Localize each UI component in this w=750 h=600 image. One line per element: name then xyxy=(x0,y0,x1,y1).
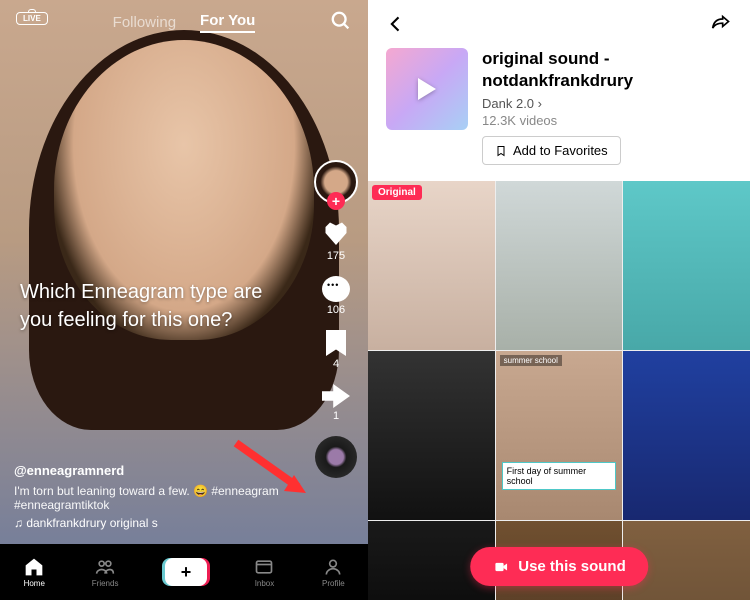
comment-icon xyxy=(322,276,350,302)
add-favorites-button[interactable]: Add to Favorites xyxy=(482,136,621,165)
bookmark-outline-icon xyxy=(495,144,507,158)
tab-for-you[interactable]: For You xyxy=(200,12,255,33)
creator-avatar[interactable]: + xyxy=(314,160,358,204)
share-icon xyxy=(322,384,350,408)
bookmark-icon xyxy=(326,330,346,356)
bottom-nav: Home Friends + Inbox Profile xyxy=(0,544,368,600)
grid-cell[interactable] xyxy=(623,181,750,350)
video-description: I'm torn but leaning toward a few. 😄 #en… xyxy=(14,484,288,512)
sound-artwork[interactable] xyxy=(386,48,468,130)
video-grid: Original summer school First day of summ… xyxy=(368,181,750,600)
comment-button[interactable]: 106 xyxy=(322,276,350,316)
sound-screen: original sound - notdankfrankdrury Dank … xyxy=(368,0,750,600)
sound-disc[interactable] xyxy=(315,436,357,478)
tab-following[interactable]: Following xyxy=(113,14,176,31)
nav-inbox[interactable]: Inbox xyxy=(253,557,275,588)
like-count: 175 xyxy=(327,250,345,262)
use-sound-button[interactable]: Use this sound xyxy=(470,547,648,586)
cell-overlay-text: summer school xyxy=(500,355,562,366)
like-button[interactable]: 175 xyxy=(321,218,351,262)
music-marquee[interactable]: ♫ dankfrankdrury original s xyxy=(14,516,288,530)
share-button[interactable]: 1 xyxy=(322,384,350,422)
sound-artist[interactable]: Dank 2.0 › xyxy=(482,96,732,111)
username[interactable]: @enneagramnerd xyxy=(14,463,288,478)
sound-topbar xyxy=(368,0,750,48)
nav-create[interactable]: + xyxy=(165,558,207,586)
sound-header: original sound - notdankfrankdrury Dank … xyxy=(368,48,750,181)
nav-home[interactable]: Home xyxy=(23,557,45,588)
bookmark-count: 4 xyxy=(333,358,339,370)
comment-count: 106 xyxy=(327,304,345,316)
follow-plus-icon[interactable]: + xyxy=(327,192,345,210)
sound-info: original sound - notdankfrankdrury Dank … xyxy=(482,48,732,165)
sound-video-count: 12.3K videos xyxy=(482,113,732,128)
share-count: 1 xyxy=(333,410,339,422)
nav-inbox-label: Inbox xyxy=(255,579,275,588)
grid-cell[interactable] xyxy=(623,351,750,520)
nav-friends[interactable]: Friends xyxy=(92,557,119,588)
sound-title: original sound - notdankfrankdrury xyxy=(482,48,732,92)
back-icon[interactable] xyxy=(386,14,406,34)
use-sound-label: Use this sound xyxy=(518,558,626,575)
top-tabs: Following For You xyxy=(0,12,368,33)
nav-home-label: Home xyxy=(24,579,45,588)
share-out-icon[interactable] xyxy=(710,14,732,34)
bookmark-button[interactable]: 4 xyxy=(326,330,346,370)
grid-cell[interactable]: summer school First day of summer school xyxy=(496,351,623,520)
action-rail: + 175 106 4 1 xyxy=(314,160,358,478)
camera-icon xyxy=(492,560,510,574)
grid-cell[interactable]: Original xyxy=(368,181,495,350)
original-badge: Original xyxy=(372,185,422,200)
cell-caption: First day of summer school xyxy=(502,462,617,490)
video-caption: Which Enneagram type are you feeling for… xyxy=(20,278,288,334)
video-meta: @enneagramnerd I'm torn but leaning towa… xyxy=(14,463,288,530)
nav-friends-label: Friends xyxy=(92,579,119,588)
grid-cell[interactable] xyxy=(368,351,495,520)
add-favorites-label: Add to Favorites xyxy=(513,143,608,158)
heart-icon xyxy=(321,218,351,248)
grid-cell[interactable] xyxy=(496,181,623,350)
nav-profile[interactable]: Profile xyxy=(322,557,345,588)
play-icon xyxy=(418,78,436,100)
feed-screen: LIVE Following For You Which Enneagram t… xyxy=(0,0,368,600)
nav-profile-label: Profile xyxy=(322,579,345,588)
